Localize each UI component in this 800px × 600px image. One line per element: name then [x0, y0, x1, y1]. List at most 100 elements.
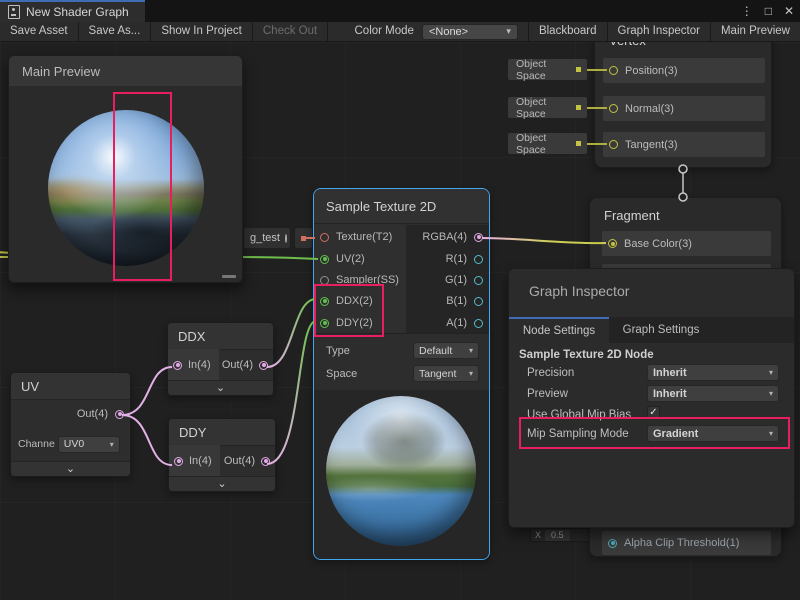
blackboard-toggle-button[interactable]: Blackboard [528, 22, 607, 41]
graph-inspector-panel[interactable]: Graph Inspector Node Settings Graph Sett… [508, 268, 795, 528]
preview-dropdown[interactable]: Inherit ▾ [647, 385, 779, 402]
rgba-out-label: RGBA(4) [422, 231, 467, 243]
texture-in-port[interactable] [320, 233, 329, 242]
type-label: Type [326, 345, 350, 357]
ddy-in-label: In(4) [189, 455, 212, 467]
r-out-port[interactable] [474, 255, 483, 264]
chip-value-field[interactable]: 0.5 [545, 530, 570, 541]
b-output-row: B(1) [446, 291, 483, 311]
wire-rgba-to-base-color[interactable] [482, 238, 606, 243]
tab-new-shader-graph[interactable]: New Shader Graph [0, 0, 145, 22]
tab-node-settings[interactable]: Node Settings [509, 317, 609, 343]
preview-label: Preview [527, 388, 568, 400]
uv-collapse-button[interactable]: ⌄ [11, 461, 130, 476]
texture-input-row: Texture(T2) [320, 227, 392, 247]
save-asset-button[interactable]: Save Asset [0, 22, 79, 41]
base-color-port[interactable] [608, 239, 617, 248]
graph-inspector-header[interactable]: Graph Inspector [509, 269, 794, 299]
type-dropdown[interactable]: Default ▾ [413, 342, 479, 359]
mip-mode-dropdown[interactable]: Gradient ▾ [647, 425, 779, 442]
mip-bias-checkbox[interactable]: ✓ [647, 406, 660, 419]
uv-out-row: Out(4) [11, 399, 130, 429]
rgba-output-row: RGBA(4) [422, 227, 483, 247]
property-node-output[interactable] [294, 227, 313, 249]
ddy-ports-row: In(4) Out(4) [169, 445, 275, 477]
show-in-project-button[interactable]: Show In Project [151, 22, 253, 41]
ddx-in-label: In(4) [188, 359, 211, 371]
mip-bias-row: Use Global Mip Bias ✓ [527, 406, 782, 423]
shader-graph-window: { "window": { "tab_title": "New Shader G… [0, 0, 800, 600]
wire-ddxout-to-ddx2[interactable] [267, 299, 316, 367]
mip-mode-row: Mip Sampling Mode Gradient ▾ [527, 425, 782, 442]
uv-channel-dropdown[interactable]: UV0 ▾ [58, 436, 120, 453]
ddy-node[interactable]: DDY In(4) Out(4) ⌄ [168, 418, 276, 492]
fragment-node-title: Fragment [604, 208, 660, 223]
maximize-icon[interactable]: □ [765, 0, 772, 22]
sample-texture-2d-node[interactable]: Sample Texture 2D Texture(T2) UV(2) Samp… [313, 188, 490, 560]
uv-out-port[interactable] [115, 410, 124, 419]
ddx-collapse-button[interactable]: ⌄ [168, 380, 273, 395]
object-space-chip-position[interactable]: Object Space [508, 59, 587, 80]
position-port-label: Position(3) [625, 65, 678, 77]
r-output-row: R(1) [446, 249, 483, 269]
sampler-in-port[interactable] [320, 276, 329, 285]
uv-input-row: UV(2) [320, 249, 365, 269]
vertex-node-title: Vertex [609, 42, 646, 48]
alpha-clip-default-chip[interactable]: X 0.5 [530, 528, 593, 542]
normal-port[interactable] [609, 104, 618, 113]
vertex-node[interactable]: Vertex Position(3) Normal(3) Tangent(3) [594, 42, 772, 168]
g-out-port[interactable] [474, 276, 483, 285]
rgba-out-port[interactable] [474, 233, 483, 242]
ddx-node[interactable]: DDX In(4) Out(4) ⌄ [167, 322, 274, 396]
ddx-input-row: DDX(2) [320, 291, 373, 311]
window-controls: ⋮ □ ✕ [741, 0, 794, 22]
precision-row: Precision Inherit ▾ [527, 364, 782, 381]
uv-in-port[interactable] [320, 255, 329, 264]
graph-canvas[interactable]: Vertex Position(3) Normal(3) Tangent(3) … [0, 42, 800, 600]
object-space-chip-tangent[interactable]: Object Space [508, 133, 587, 154]
save-as-button[interactable]: Save As... [79, 22, 152, 41]
ddy-out-port[interactable] [261, 457, 270, 466]
uv-out-label: Out(4) [77, 408, 108, 420]
graph-inspector-toggle-button[interactable]: Graph Inspector [607, 22, 710, 41]
precision-dropdown[interactable]: Inherit ▾ [647, 364, 779, 381]
ddx-out-label: Out(4) [222, 359, 253, 371]
close-icon[interactable]: ✕ [784, 0, 794, 22]
tab-title: New Shader Graph [26, 5, 129, 19]
ddx-out-port[interactable] [259, 361, 268, 370]
property-node-g-test[interactable]: g_test [243, 227, 291, 249]
uv-node[interactable]: UV Out(4) Channe UV0 ▾ ⌄ [10, 372, 131, 477]
ddy-in-port[interactable] [174, 457, 183, 466]
ddy-input-row: DDY(2) [320, 313, 373, 333]
space-row: Space Tangent ▾ [326, 365, 479, 382]
object-space-chip-normal[interactable]: Object Space [508, 97, 587, 118]
ddx-in-port2[interactable] [320, 297, 329, 306]
space-label: Space [326, 368, 357, 380]
alpha-clip-port[interactable] [608, 539, 617, 548]
uv-node-title: UV [21, 379, 39, 394]
ddy-collapse-button[interactable]: ⌄ [169, 476, 275, 491]
space-wire-stub [587, 143, 607, 145]
uv-channel-value: UV0 [64, 438, 84, 450]
base-color-port-label: Base Color(3) [624, 238, 692, 250]
position-port[interactable] [609, 66, 618, 75]
tangent-port[interactable] [609, 140, 618, 149]
resize-handle[interactable] [222, 275, 236, 278]
dropdown-arrow-icon: ▾ [506, 26, 511, 37]
a-out-port[interactable] [474, 319, 483, 328]
b-out-port[interactable] [474, 297, 483, 306]
ddx-ports-row: In(4) Out(4) [168, 349, 273, 381]
tab-graph-settings[interactable]: Graph Settings [609, 317, 713, 343]
main-preview-header[interactable]: Main Preview [9, 56, 242, 87]
object-space-label: Object Space [516, 96, 576, 120]
menu-icon[interactable]: ⋮ [741, 0, 753, 22]
texture-output-dot [301, 236, 306, 241]
uv-channel-row: Channe UV0 ▾ [11, 431, 130, 457]
object-space-label: Object Space [516, 58, 576, 82]
ddx-in-port[interactable] [173, 361, 182, 370]
color-mode-dropdown[interactable]: <None> ▾ [422, 24, 518, 40]
ddy-in-port2[interactable] [320, 319, 329, 328]
space-dropdown[interactable]: Tangent ▾ [413, 365, 479, 382]
main-preview-toggle-button[interactable]: Main Preview [710, 22, 800, 41]
main-preview-panel[interactable]: Main Preview [8, 55, 243, 283]
